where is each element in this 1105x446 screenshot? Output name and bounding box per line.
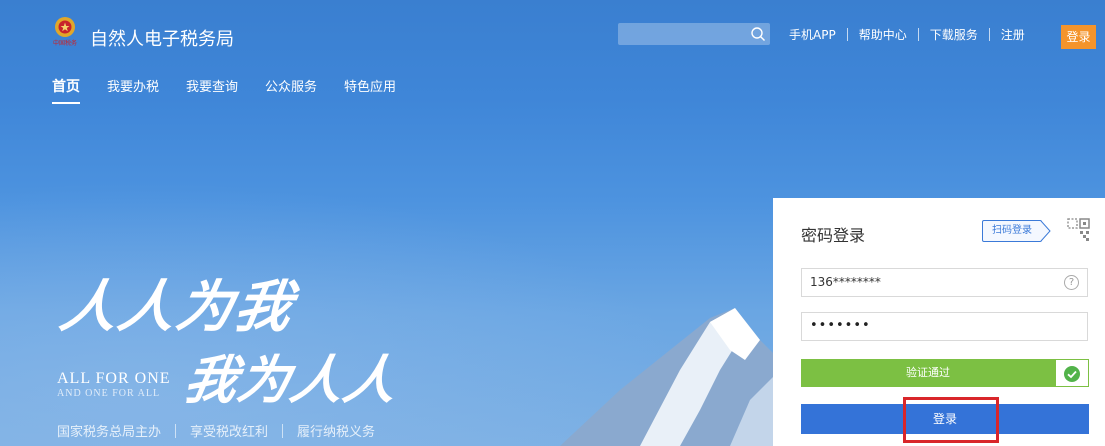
link-register[interactable]: 注册 xyxy=(990,26,1036,43)
site-title[interactable]: 自然人电子税务局 xyxy=(90,25,234,51)
help-icon[interactable]: ? xyxy=(1064,275,1079,290)
search-input[interactable] xyxy=(618,23,770,45)
top-links: 手机APP 帮助中心 下载服务 注册 xyxy=(778,24,1036,44)
subtitle-item-2: 享受税改红利 xyxy=(190,424,269,439)
main-nav: 首页 我要办税 我要查询 公众服务 特色应用 xyxy=(52,76,423,106)
password-login-title: 密码登录 xyxy=(801,226,866,245)
nav-home[interactable]: 首页 xyxy=(52,76,80,106)
check-icon xyxy=(1067,370,1077,379)
slogan-line-2: 我为人人 xyxy=(179,350,403,411)
nav-public-service[interactable]: 公众服务 xyxy=(265,76,317,106)
link-download[interactable]: 下载服务 xyxy=(919,26,989,43)
slogan-line-1: 人人为我 xyxy=(55,274,300,340)
check-circle-icon xyxy=(1064,366,1080,382)
subtitle-item-1: 国家税务总局主办 xyxy=(57,424,162,439)
nav-featured-apps[interactable]: 特色应用 xyxy=(344,76,396,106)
username-field[interactable]: 136******** ? xyxy=(801,268,1088,297)
slogan-english-1: ALL FOR ONE xyxy=(57,370,171,387)
login-submit-button[interactable]: 登录 xyxy=(801,404,1089,434)
verify-slider[interactable]: 验证通过 xyxy=(801,359,1055,387)
nav-query[interactable]: 我要查询 xyxy=(186,76,238,106)
password-field[interactable]: ••••••• xyxy=(801,312,1088,341)
slogan-subtitle: 国家税务总局主办 享受税改红利 履行纳税义务 xyxy=(57,421,375,440)
subtitle-item-3: 履行纳税义务 xyxy=(297,424,376,439)
verify-status xyxy=(1055,359,1089,387)
password-mask: ••••••• xyxy=(810,318,871,333)
emblem-caption: 中国税务 xyxy=(53,39,77,47)
tax-emblem-icon: 中国税务 xyxy=(53,17,77,47)
link-mobile-app[interactable]: 手机APP xyxy=(778,26,847,43)
tag-arrow-icon xyxy=(1041,220,1051,242)
link-help-center[interactable]: 帮助中心 xyxy=(848,26,918,43)
subtitle-separator xyxy=(282,423,284,438)
nav-tax-handling[interactable]: 我要办税 xyxy=(107,76,159,106)
top-bar: 中国税务 自然人电子税务局 手机APP 帮助中心 下载服务 注册 登录 xyxy=(0,10,1105,56)
qr-login-tag[interactable]: 扫码登录 xyxy=(982,220,1042,242)
slogan-english-2: AND ONE FOR ALL xyxy=(57,388,161,399)
qr-code-icon[interactable] xyxy=(1067,218,1091,242)
subtitle-separator xyxy=(175,423,177,438)
header-login-button[interactable]: 登录 xyxy=(1061,25,1096,49)
username-value: 136******** xyxy=(810,275,881,289)
search-icon[interactable] xyxy=(750,26,766,42)
